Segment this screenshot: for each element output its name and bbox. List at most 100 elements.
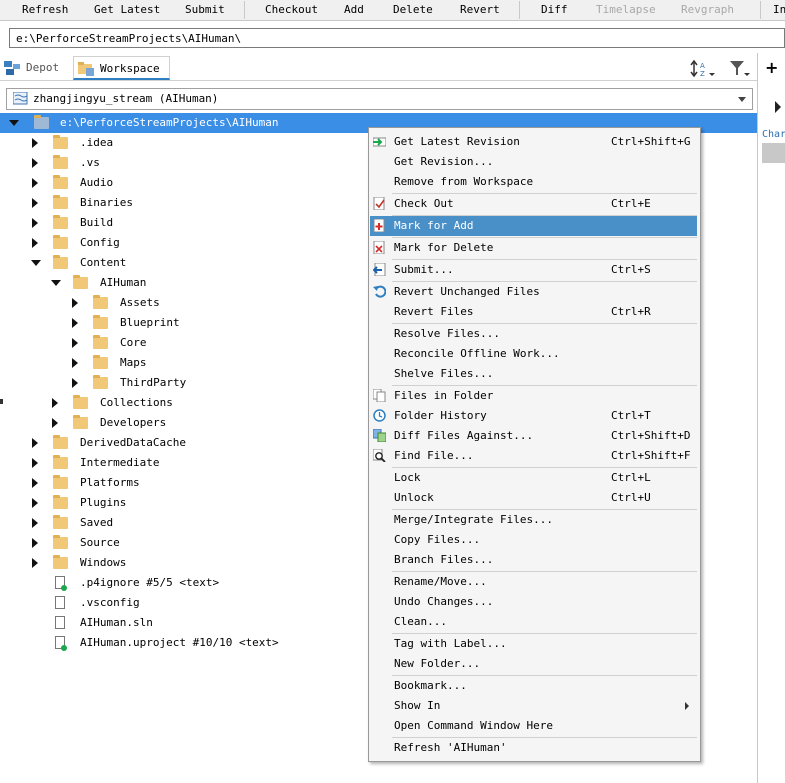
expand-arrow-icon[interactable] [72,358,78,368]
expand-arrow-icon[interactable] [72,338,78,348]
collapse-arrow-icon[interactable] [9,120,19,126]
toolbar-in-button[interactable]: In [773,2,785,18]
menu-item-remove-from-workspace[interactable]: Remove from Workspace [370,172,697,192]
tab-depot-label: Depot [26,61,60,74]
stream-name: zhangjingyu_stream (AIHuman) [33,92,219,105]
tree-item-label: .idea [80,136,114,149]
menu-item-check-out[interactable]: Check Out Ctrl+E [370,194,697,214]
menu-item-folder-history[interactable]: Folder History Ctrl+T [370,406,697,426]
collapse-arrow-icon[interactable] [31,260,41,266]
toolbar-checkout-button[interactable]: Checkout [265,2,318,18]
folder-icon [53,155,68,169]
menu-item-get-latest-revision[interactable]: Get Latest Revision Ctrl+Shift+G [370,132,697,152]
tab-workspace[interactable]: Workspace [73,56,170,80]
toolbar-get-latest-button[interactable]: Get Latest [94,2,160,18]
expand-arrow-icon[interactable] [32,538,38,548]
submit-icon [373,263,386,276]
menu-item-new-folder[interactable]: New Folder... [370,654,697,674]
toolbar-diff-button[interactable]: Diff [541,2,568,18]
toolbar-add-button[interactable]: Add [344,2,364,18]
expand-arrow-icon[interactable] [72,298,78,308]
menu-item-clean[interactable]: Clean... [370,612,697,632]
menu-item-unlock[interactable]: Unlock Ctrl+U [370,488,697,508]
expand-arrow-icon[interactable] [32,518,38,528]
menu-item-copy-files[interactable]: Copy Files... [370,530,697,550]
toolbar-delete-button[interactable]: Delete [393,2,433,18]
expand-arrow-icon[interactable] [32,438,38,448]
expand-arrow-icon[interactable] [72,378,78,388]
menu-item-merge-integrate-files[interactable]: Merge/Integrate Files... [370,510,697,530]
splitter-handle[interactable] [0,399,3,404]
menu-item-shortcut: Ctrl+R [611,305,651,318]
changelist-row[interactable] [762,143,785,163]
menu-item-files-in-folder[interactable]: Files in Folder [370,386,697,406]
expand-arrow-icon[interactable] [52,418,58,428]
expand-arrow-icon[interactable] [72,318,78,328]
expand-arrow-icon[interactable] [32,478,38,488]
menu-item-label: Show In [394,699,441,712]
menu-item-mark-for-delete[interactable]: Mark for Delete [370,238,697,258]
file-icon [55,616,65,629]
menu-item-tag-with-label[interactable]: Tag with Label... [370,634,697,654]
folder-icon [53,455,68,469]
chevron-down-icon [738,97,746,102]
menu-item-get-revision[interactable]: Get Revision... [370,152,697,172]
expand-arrow-icon[interactable] [32,138,38,148]
menu-item-reconcile-offline-work[interactable]: Reconcile Offline Work... [370,344,697,364]
menu-item-lock[interactable]: Lock Ctrl+L [370,468,697,488]
expand-arrow-icon[interactable] [32,158,38,168]
folder-icon [53,555,68,569]
toolbar-revert-button[interactable]: Revert [460,2,500,18]
folder-icon [53,235,68,249]
collapse-arrow-icon[interactable] [51,280,61,286]
stream-selector[interactable]: zhangjingyu_stream (AIHuman) [6,88,753,110]
menu-item-submit[interactable]: Submit... Ctrl+S [370,260,697,280]
expand-arrow-icon[interactable] [775,101,781,113]
menu-item-revert-files[interactable]: Revert Files Ctrl+R [370,302,697,322]
menu-item-show-in[interactable]: Show In [370,696,697,716]
toolbar-separator [244,1,245,19]
menu-item-shortcut: Ctrl+E [611,197,651,210]
tree-item-label: .vsconfig [80,596,140,609]
filter-icon[interactable] [728,59,750,79]
menu-item-undo-changes[interactable]: Undo Changes... [370,592,697,612]
path-input[interactable] [10,29,776,47]
toolbar-separator [519,1,520,19]
toolbar-revgraph-button[interactable]: Revgraph [681,2,734,18]
menu-item-mark-for-add[interactable]: Mark for Add [370,216,697,236]
path-bar[interactable] [9,28,785,48]
menu-item-bookmark[interactable]: Bookmark... [370,676,697,696]
expand-arrow-icon[interactable] [32,458,38,468]
menu-item-label: Refresh 'AIHuman' [394,741,507,754]
expand-arrow-icon[interactable] [32,238,38,248]
menu-item-shelve-files[interactable]: Shelve Files... [370,364,697,384]
mark-delete-icon [373,241,385,254]
toolbar-refresh-button[interactable]: Refresh [22,2,68,18]
menu-item-branch-files[interactable]: Branch Files... [370,550,697,570]
menu-item-revert-unchanged-files[interactable]: Revert Unchanged Files [370,282,697,302]
menu-item-label: Get Latest Revision [394,135,520,148]
folder-icon [93,295,108,309]
menu-item-rename-move[interactable]: Rename/Move... [370,572,697,592]
tab-depot[interactable]: Depot [0,56,72,80]
menu-item-shortcut: Ctrl+Shift+D [611,429,691,442]
expand-arrow-icon[interactable] [32,218,38,228]
expand-arrow-icon[interactable] [32,178,38,188]
expand-arrow-icon[interactable] [32,498,38,508]
add-icon[interactable]: + [765,58,778,77]
menu-item-refresh-aihuman[interactable]: Refresh 'AIHuman' [370,738,697,758]
menu-item-resolve-files[interactable]: Resolve Files... [370,324,697,344]
expand-arrow-icon[interactable] [32,558,38,568]
folder-icon [53,215,68,229]
menu-item-diff-files-against[interactable]: Diff Files Against... Ctrl+Shift+D [370,426,697,446]
expand-arrow-icon[interactable] [52,398,58,408]
toolbar-submit-button[interactable]: Submit [185,2,225,18]
expand-arrow-icon[interactable] [32,198,38,208]
menu-item-label: Mark for Add [394,219,474,232]
folder-icon [53,175,68,189]
toolbar-timelapse-button[interactable]: Timelapse [596,2,656,18]
menu-item-open-command-window-here[interactable]: Open Command Window Here [370,716,697,736]
changelist-column-header[interactable]: Char [762,129,785,140]
sort-icon[interactable]: A Z [690,59,716,79]
menu-item-find-file[interactable]: Find File... Ctrl+Shift+F [370,446,697,466]
